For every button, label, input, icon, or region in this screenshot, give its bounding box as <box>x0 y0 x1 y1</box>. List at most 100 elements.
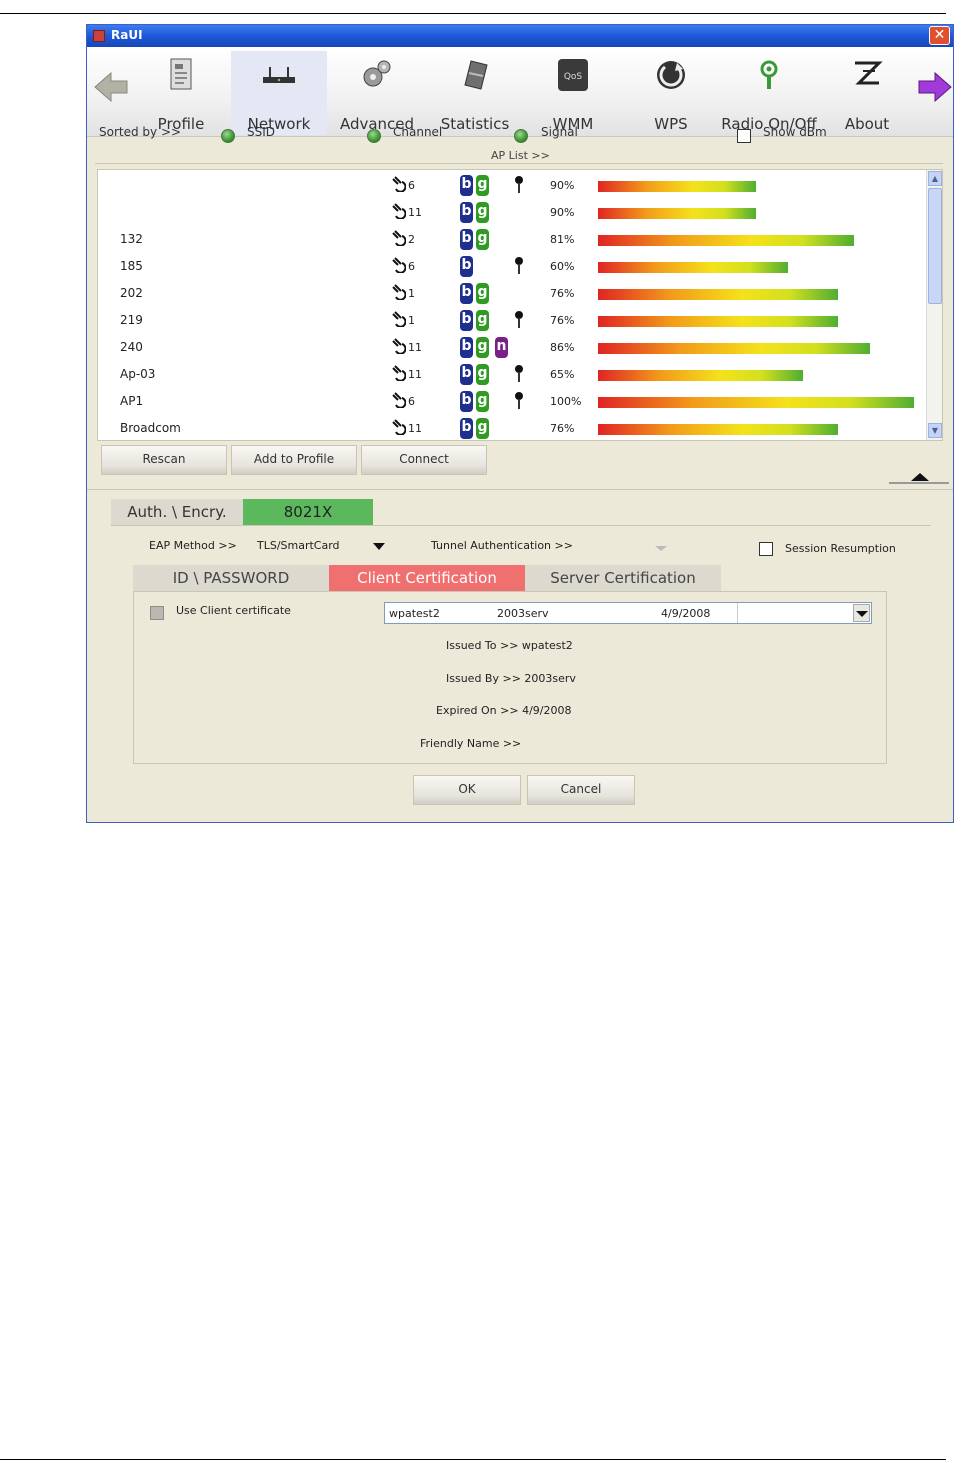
mode-b-badge: b <box>460 391 473 412</box>
eap-row: EAP Method >> TLS/SmartCard Tunnel Authe… <box>87 537 953 561</box>
auth-divider <box>111 525 931 526</box>
tab-client-certification[interactable]: Client Certification <box>329 565 525 591</box>
ap-ssid: Broadcom <box>120 421 181 435</box>
mode-g-badge: g <box>476 202 489 223</box>
use-client-cert-checkbox[interactable] <box>150 606 164 620</box>
certificate-dropdown-button[interactable] <box>853 604 870 622</box>
toolbar-wmm[interactable]: QoS WMM <box>525 51 621 135</box>
eap-method-dropdown-icon[interactable] <box>373 543 385 550</box>
issued-by-text: Issued By >> 2003serv <box>446 672 576 685</box>
chevron-down-icon <box>856 611 868 617</box>
cancel-button[interactable]: Cancel <box>527 775 635 805</box>
gears-icon <box>363 60 391 87</box>
mode-g-badge: g <box>476 391 489 412</box>
ap-list-row[interactable]: 240 11 b g n 86% <box>98 334 928 361</box>
session-resumption-label: Session Resumption <box>785 542 896 555</box>
tunnel-auth-label: Tunnel Authentication >> <box>431 539 573 552</box>
channel-icon <box>392 284 406 300</box>
ap-signal-bar <box>598 343 870 354</box>
mode-b-badge: b <box>460 418 473 439</box>
channel-icon <box>392 257 406 273</box>
ap-channel: 11 <box>408 422 422 435</box>
ap-channel: 6 <box>408 395 415 408</box>
ap-ssid: 132 <box>120 232 143 246</box>
cert-issued-to-value: wpatest2 <box>389 607 440 620</box>
toolbar-about[interactable]: About <box>819 51 915 135</box>
mode-g-badge: g <box>476 175 489 196</box>
auth-encry-value: 8021X <box>243 499 373 525</box>
top-page-rule <box>0 13 946 14</box>
eap-method-label: EAP Method >> <box>149 539 237 552</box>
ap-list-row[interactable]: 185 6 b 60% <box>98 253 928 280</box>
ap-ssid: 185 <box>120 259 143 273</box>
tab-server-certification[interactable]: Server Certification <box>525 565 721 591</box>
ap-ssid: 202 <box>120 286 143 300</box>
ap-signal-bar <box>598 289 838 300</box>
ap-signal-percent: 90% <box>550 206 575 219</box>
collapse-line <box>889 482 949 484</box>
add-to-profile-button[interactable]: Add to Profile <box>231 445 357 475</box>
ok-button[interactable]: OK <box>413 775 521 805</box>
eap-method-select[interactable]: TLS/SmartCard <box>257 539 340 552</box>
back-arrow-icon[interactable] <box>91 67 131 107</box>
toolbar-radio[interactable]: Radio On/Off <box>721 51 817 135</box>
ap-ssid: 240 <box>120 340 143 354</box>
connect-button[interactable]: Connect <box>361 445 487 475</box>
ap-list-row[interactable]: Ap-03 11 b g 65% <box>98 361 928 388</box>
mode-g-badge: g <box>476 418 489 439</box>
ap-ssid: Ap-03 <box>120 367 156 381</box>
toolbar-advanced[interactable]: Advanced <box>329 51 425 135</box>
security-key-icon <box>515 257 523 274</box>
sorted-by-label: Sorted by >> <box>99 125 182 139</box>
certificate-select[interactable]: wpatest2 2003serv 4/9/2008 <box>384 602 872 624</box>
mode-b-badge: b <box>460 283 473 304</box>
ap-list[interactable]: ▲ ▼ 6 b g 90% 11 b g 90% 132 2 b g 81% 185 6 b 60% 202 1 b g… <box>97 169 943 441</box>
mode-b-badge: b <box>460 364 473 385</box>
ap-signal-bar <box>598 208 756 219</box>
ap-channel: 2 <box>408 233 415 246</box>
toolbar-statistics[interactable]: Statistics <box>427 51 523 135</box>
show-dbm-checkbox[interactable] <box>737 129 751 143</box>
ap-signal-percent: 65% <box>550 368 575 381</box>
cert-expired-on-value: 4/9/2008 <box>661 607 711 620</box>
channel-icon <box>392 230 406 246</box>
toolbar-profile[interactable]: Profile <box>133 51 229 135</box>
close-button[interactable]: ✕ <box>929 26 950 45</box>
scroll-down-button[interactable]: ▼ <box>928 423 942 438</box>
ap-signal-bar <box>598 181 756 192</box>
toolbar-network[interactable]: Network <box>231 51 327 135</box>
forward-arrow-icon[interactable] <box>915 67 955 107</box>
sort-signal-radio[interactable] <box>514 129 528 143</box>
sort-ssid-radio[interactable] <box>221 129 235 143</box>
friendly-name-text: Friendly Name >> <box>420 737 522 750</box>
ap-list-row[interactable]: 132 2 b g 81% <box>98 226 928 253</box>
collapse-up-icon <box>911 473 929 481</box>
ap-list-row[interactable]: Broadcom 11 b g 76% <box>98 415 928 440</box>
ap-list-scrollbar[interactable]: ▲ ▼ <box>926 170 942 440</box>
mode-b-badge: b <box>460 310 473 331</box>
ap-list-row[interactable]: 219 1 b g 76% <box>98 307 928 334</box>
tab-id-password[interactable]: ID \ PASSWORD <box>133 565 329 591</box>
sort-channel-radio[interactable] <box>367 129 381 143</box>
ap-list-row[interactable]: 11 b g 90% <box>98 199 928 226</box>
ap-list-row[interactable]: 202 1 b g 76% <box>98 280 928 307</box>
security-key-icon <box>515 392 523 409</box>
ap-list-row[interactable]: AP1 6 b g 100% <box>98 388 928 415</box>
channel-icon <box>392 365 406 381</box>
toolbar-wps[interactable]: WPS <box>623 51 719 135</box>
session-resumption-checkbox[interactable] <box>759 542 773 556</box>
ap-list-label: AP List >> <box>491 149 550 162</box>
ap-list-row[interactable]: 6 b g 90% <box>98 172 928 199</box>
security-key-icon <box>515 365 523 382</box>
tunnel-auth-dropdown-icon[interactable] <box>655 546 667 551</box>
ap-signal-bar <box>598 262 788 273</box>
collapse-button[interactable] <box>889 465 949 485</box>
bottom-page-rule <box>0 1459 946 1460</box>
use-client-cert-label: Use Client certificate <box>176 604 291 617</box>
rescan-button[interactable]: Rescan <box>101 445 227 475</box>
ap-channel: 6 <box>408 179 415 192</box>
scroll-thumb[interactable] <box>928 188 942 304</box>
cert-issued-by-value: 2003serv <box>497 607 549 620</box>
scroll-up-button[interactable]: ▲ <box>928 171 942 186</box>
mode-b-badge: b <box>460 256 473 277</box>
